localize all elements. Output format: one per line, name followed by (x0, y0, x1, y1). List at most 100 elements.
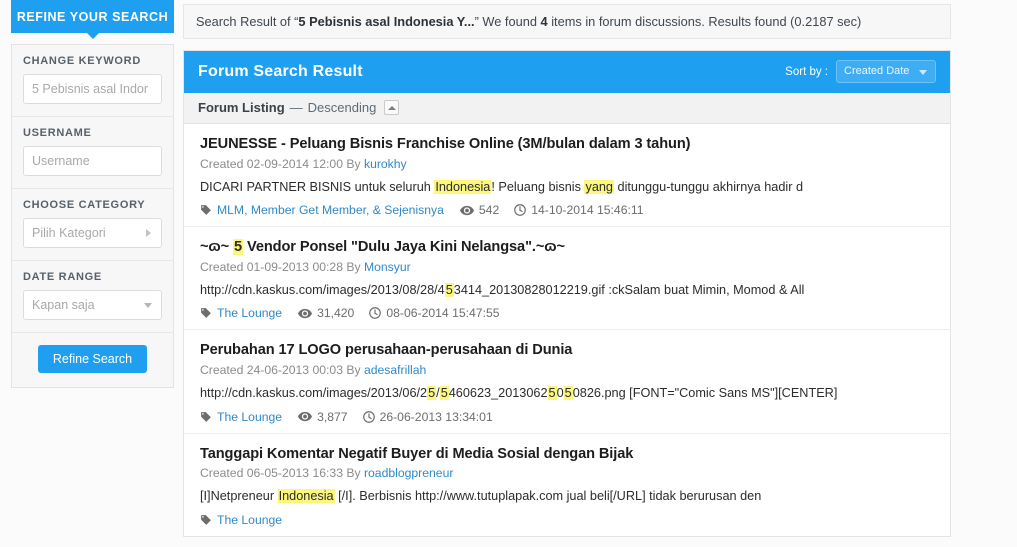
text-run: http://cdn.kaskus.com/images/2013/08/28/… (200, 282, 445, 297)
change-keyword-input[interactable]: 5 Pebisnis asal Indor (23, 74, 162, 104)
sort-by-label: Sort by : (785, 65, 828, 78)
item-snippet: [I]Netpreneur Indonesia [/I]. Berbisnis … (200, 488, 934, 505)
caret-down-icon (86, 33, 99, 39)
item-timestamp-value: 08-06-2014 15:47:55 (386, 306, 500, 321)
summary-count: 4 (540, 14, 548, 29)
highlight-term: 5 (444, 282, 454, 297)
summary-mid: ” We found (474, 14, 541, 29)
highlight-term: 5 (547, 386, 557, 401)
item-timestamp: 26-06-2013 13:34:01 (362, 409, 493, 424)
highlight-term: 5 (233, 239, 244, 256)
listing-bar: Forum Listing — Descending (184, 93, 950, 124)
sort-control: Sort by : Created Date (785, 60, 936, 83)
highlight-term: 5 (563, 386, 573, 401)
item-created-prefix: Created 01-09-2013 00:28 By (200, 259, 364, 274)
highlight-term: yang (584, 179, 614, 194)
item-timestamp: 14-10-2014 15:46:11 (514, 203, 644, 218)
highlight-term: 5 (439, 386, 449, 401)
item-category-label: The Lounge (217, 409, 283, 424)
text-run: 0 (556, 386, 564, 401)
username-input[interactable]: Username (23, 146, 162, 176)
item-category-label: The Lounge (217, 306, 283, 321)
text-run: ~ɷ~ (200, 239, 234, 256)
item-meta: MLM, Member Get Member, & Sejenisnya 542 1… (200, 203, 934, 217)
text-run: [I]Netpreneur (200, 489, 278, 504)
change-keyword-label: CHANGE KEYWORD (23, 55, 141, 67)
result-item: JEUNESSE - Peluang Bisnis Franchise Onli… (184, 124, 950, 228)
item-created-prefix: Created 24-06-2013 00:03 By (200, 363, 364, 378)
date-range-select[interactable]: Kapan saja (23, 290, 162, 320)
item-meta: The Lounge (200, 513, 934, 527)
refine-your-search-tab[interactable]: REFINE YOUR SEARCH (11, 0, 174, 39)
item-title[interactable]: ~ɷ~ 5 Vendor Ponsel "Dulu Jaya Kini Nela… (200, 238, 934, 257)
field-date-range: DATE RANGE Kapan saja (12, 261, 173, 333)
item-title[interactable]: Tanggapi Komentar Negatif Buyer di Media… (200, 445, 934, 464)
text-run: ! Peluang bisnis (491, 179, 585, 194)
item-category[interactable]: The Lounge (200, 306, 282, 320)
text-run: DICARI PARTNER BISNIS untuk seluruh (200, 179, 435, 194)
field-change-keyword: CHANGE KEYWORD 5 Pebisnis asal Indor (12, 45, 173, 117)
item-snippet: DICARI PARTNER BISNIS untuk seluruh Indo… (200, 179, 934, 196)
field-choose-category: CHOOSE CATEGORY Pilih Kategori (12, 189, 173, 261)
date-range-label: DATE RANGE (23, 271, 102, 283)
item-created: Created 01-09-2013 00:28 By Monsyur (200, 260, 934, 274)
item-timestamp-value: 14-10-2014 15:46:11 (531, 203, 644, 218)
text-run: Perubahan 17 LOGO perusahaan-perusahaan … (200, 342, 573, 359)
text-run: http://cdn.kaskus.com/images/2013/06/2 (200, 386, 428, 401)
result-item: Tanggapi Komentar Negatif Buyer di Media… (184, 433, 950, 536)
listing-order: Descending (307, 100, 377, 115)
text-run: 3414_20130828012219.gif :ckSalam buat Mi… (453, 282, 805, 297)
result-list: JEUNESSE - Peluang Bisnis Franchise Onli… (184, 124, 950, 536)
clock-icon (369, 307, 382, 320)
tag-icon (201, 205, 211, 216)
username-label: USERNAME (23, 127, 92, 139)
tag-icon (201, 308, 211, 319)
item-views: 31,420 (298, 306, 354, 320)
refine-sidebar: REFINE YOUR SEARCH CHANGE KEYWORD 5 Pebi… (11, 0, 174, 388)
item-title[interactable]: JEUNESSE - Peluang Bisnis Franchise Onli… (200, 135, 934, 154)
item-views-count: 542 (478, 203, 500, 218)
listing-label: Forum Listing (198, 100, 285, 115)
item-author[interactable]: kurokhy (364, 157, 407, 171)
text-run: ditunggu-tunggu akhirnya hadir d (613, 179, 804, 194)
card-title: Forum Search Result (198, 62, 363, 80)
item-views-count: 3,877 (317, 409, 348, 424)
item-author[interactable]: Monsyur (364, 260, 411, 274)
text-run: Tanggapi Komentar Negatif Buyer di Media… (200, 445, 634, 462)
item-category-label: MLM, Member Get Member, & Sejenisnya (217, 203, 444, 218)
text-run: Vendor Ponsel "Dulu Jaya Kini Nelangsa".… (243, 239, 565, 256)
choose-category-select[interactable]: Pilih Kategori (23, 218, 162, 248)
highlight-term: 5 (427, 386, 437, 401)
item-meta: The Lounge 31,420 08-06-2014 15:47:55 (200, 306, 934, 320)
clock-icon (362, 410, 375, 423)
item-category[interactable]: MLM, Member Get Member, & Sejenisnya (200, 203, 444, 217)
highlight-term: Indonesia (277, 489, 335, 504)
text-run: JEUNESSE - Peluang Bisnis Franchise Onli… (200, 136, 691, 152)
item-timestamp-value: 26-06-2013 13:34:01 (379, 409, 493, 424)
sort-by-select[interactable]: Created Date (836, 60, 936, 83)
results-column: Search Result of “5 Pebisnis asal Indone… (183, 0, 951, 537)
item-timestamp: 08-06-2014 15:47:55 (369, 306, 500, 321)
summary-suffix: items in forum discussions. Results foun… (547, 14, 862, 29)
item-title[interactable]: Perubahan 17 LOGO perusahaan-perusahaan … (200, 341, 934, 360)
tag-icon (201, 514, 211, 525)
item-snippet: http://cdn.kaskus.com/images/2013/06/25/… (200, 385, 934, 402)
item-created: Created 02-09-2014 12:00 By kurokhy (200, 157, 934, 171)
text-run: [/I]. Berbisnis http://www.tutuplapak.co… (334, 489, 762, 504)
item-created: Created 24-06-2013 00:03 By adesafrillah (200, 363, 934, 377)
choose-category-label: CHOOSE CATEGORY (23, 199, 146, 211)
item-author[interactable]: adesafrillah (364, 363, 426, 377)
forum-search-result-card: Forum Search Result Sort by : Created Da… (183, 50, 951, 537)
highlight-term: Indonesia (434, 179, 492, 194)
item-category[interactable]: The Lounge (200, 513, 282, 527)
search-summary: Search Result of “5 Pebisnis asal Indone… (183, 4, 951, 39)
eye-icon (459, 205, 474, 215)
refine-search-button[interactable]: Refine Search (37, 345, 148, 373)
tag-icon (201, 411, 211, 422)
sort-direction-toggle[interactable] (384, 100, 400, 115)
search-results-page: REFINE YOUR SEARCH CHANGE KEYWORD 5 Pebi… (0, 0, 1017, 547)
item-author[interactable]: roadblogpreneur (364, 466, 453, 480)
eye-icon (298, 308, 313, 319)
item-category[interactable]: The Lounge (200, 410, 282, 424)
item-snippet: http://cdn.kaskus.com/images/2013/08/28/… (200, 282, 934, 299)
